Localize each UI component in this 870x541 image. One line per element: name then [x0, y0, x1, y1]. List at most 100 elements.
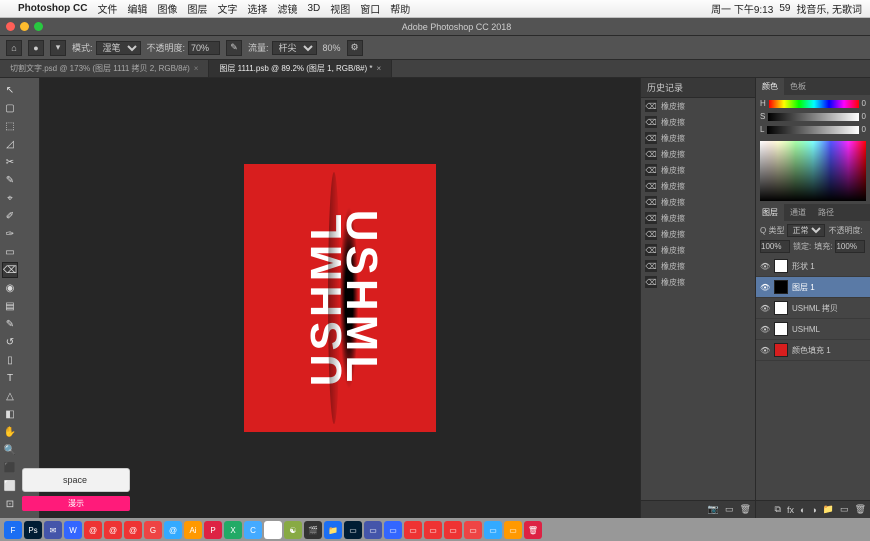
history-tab[interactable]: 历史记录	[641, 78, 755, 98]
dock-app-26[interactable]: 🗑	[524, 521, 542, 539]
tool-12[interactable]: ▤	[2, 298, 18, 314]
layer-item[interactable]: 👁USHML 拷贝	[756, 298, 870, 319]
dock-app-17[interactable]: ▭	[344, 521, 362, 539]
fx-icon[interactable]: fx	[787, 505, 794, 515]
tool-14[interactable]: ↺	[2, 334, 18, 350]
sat-slider[interactable]	[768, 113, 858, 121]
dock-app-0[interactable]: F	[4, 521, 22, 539]
group-icon[interactable]: 📁	[823, 504, 834, 515]
tool-6[interactable]: ⌖	[2, 190, 18, 206]
menu-edit[interactable]: 编辑	[127, 1, 147, 16]
tool-4[interactable]: ✂	[2, 154, 18, 170]
dock-app-21[interactable]: ▭	[424, 521, 442, 539]
dock-app-16[interactable]: 📁	[324, 521, 342, 539]
menu-view[interactable]: 视图	[330, 1, 350, 16]
dock-app-22[interactable]: ▭	[444, 521, 462, 539]
tool-13[interactable]: ✎	[2, 316, 18, 332]
adjustment-icon[interactable]: ◑	[811, 505, 816, 515]
dock-app-4[interactable]: @	[84, 521, 102, 539]
tool-19[interactable]: ✋	[2, 424, 18, 440]
history-item[interactable]: ⌫橡皮擦	[641, 162, 755, 178]
dock-app-3[interactable]: W	[64, 521, 82, 539]
dock-app-9[interactable]: Ai	[184, 521, 202, 539]
tool-10[interactable]: ⌫	[2, 262, 18, 278]
tool-2[interactable]: ⬚	[2, 118, 18, 134]
tool-11[interactable]: ◉	[2, 280, 18, 296]
tool-1[interactable]: ▢	[2, 100, 18, 116]
menu-text[interactable]: 文字	[217, 1, 237, 16]
blend-mode-select[interactable]: 正常	[787, 224, 825, 237]
history-item[interactable]: ⌫橡皮擦	[641, 274, 755, 290]
history-item[interactable]: ⌫橡皮擦	[641, 210, 755, 226]
history-item[interactable]: ⌫橡皮擦	[641, 98, 755, 114]
layer-opacity-input[interactable]	[760, 240, 790, 253]
tool-22[interactable]: ⬜	[2, 478, 18, 494]
dock-app-14[interactable]: ☯	[284, 521, 302, 539]
dock-app-6[interactable]: @	[124, 521, 142, 539]
channels-tab[interactable]: 通道	[784, 204, 812, 221]
tool-3[interactable]: ◿	[2, 136, 18, 152]
tool-0[interactable]: ↖	[2, 82, 18, 98]
opacity-input[interactable]	[188, 41, 220, 55]
close-icon[interactable]	[6, 22, 15, 31]
zoom-icon[interactable]	[34, 22, 43, 31]
brush-preview-icon[interactable]: ●	[28, 40, 44, 56]
tool-5[interactable]: ✎	[2, 172, 18, 188]
status-clock[interactable]: 周一 下午9:13	[711, 1, 773, 16]
settings-icon[interactable]: ⚙	[347, 40, 363, 56]
tool-15[interactable]: ▯	[2, 352, 18, 368]
visibility-icon[interactable]: 👁	[760, 304, 770, 313]
tool-18[interactable]: ◧	[2, 406, 18, 422]
layers-tab[interactable]: 图层	[756, 204, 784, 221]
other-value[interactable]: 80%	[323, 43, 341, 53]
dock-app-24[interactable]: ▭	[484, 521, 502, 539]
close-icon[interactable]: ×	[194, 64, 199, 73]
layer-item[interactable]: 👁图层 1	[756, 277, 870, 298]
dock-app-12[interactable]: C	[244, 521, 262, 539]
menu-layer[interactable]: 图层	[187, 1, 207, 16]
menu-window[interactable]: 窗口	[360, 1, 380, 16]
history-item[interactable]: ⌫橡皮擦	[641, 130, 755, 146]
brush-presets-icon[interactable]: ▾	[50, 40, 66, 56]
paths-tab[interactable]: 路径	[812, 204, 840, 221]
doc-tab-0[interactable]: 切割文字.psd @ 173% (图层 1111 拷贝 2, RGB/8#)×	[0, 60, 209, 77]
color-picker[interactable]	[760, 141, 866, 201]
link-icon[interactable]: ⧉	[775, 504, 781, 515]
layer-thumbnail[interactable]	[774, 343, 788, 357]
dock-app-19[interactable]: ▭	[384, 521, 402, 539]
tool-7[interactable]: ✐	[2, 208, 18, 224]
dock-app-10[interactable]: P	[204, 521, 222, 539]
new-snapshot-icon[interactable]: ▭	[725, 504, 734, 515]
camera-icon[interactable]: 📷	[708, 504, 719, 515]
new-layer-icon[interactable]: ▭	[840, 504, 849, 515]
history-item[interactable]: ⌫橡皮擦	[641, 226, 755, 242]
home-icon[interactable]: ⌂	[6, 40, 22, 56]
dock-app-8[interactable]: @	[164, 521, 182, 539]
tool-21[interactable]: ⬛	[2, 460, 18, 476]
app-name[interactable]: Photoshop CC	[18, 3, 87, 14]
dock-app-2[interactable]: ✉	[44, 521, 62, 539]
layer-thumbnail[interactable]	[774, 280, 788, 294]
history-item[interactable]: ⌫橡皮擦	[641, 258, 755, 274]
dock-app-5[interactable]: @	[104, 521, 122, 539]
layer-item[interactable]: 👁形状 1	[756, 256, 870, 277]
layer-item[interactable]: 👁颜色填充 1	[756, 340, 870, 361]
dock-app-13[interactable]: ◯	[264, 521, 282, 539]
history-item[interactable]: ⌫橡皮擦	[641, 242, 755, 258]
visibility-icon[interactable]: 👁	[760, 325, 770, 334]
dock-app-25[interactable]: ▭	[504, 521, 522, 539]
close-icon[interactable]: ×	[376, 64, 381, 73]
menu-help[interactable]: 帮助	[390, 1, 410, 16]
dock-app-15[interactable]: 🎬	[304, 521, 322, 539]
dock-app-7[interactable]: G	[144, 521, 162, 539]
fill-input[interactable]	[835, 240, 865, 253]
minimize-icon[interactable]	[20, 22, 29, 31]
tool-20[interactable]: 🔍	[2, 442, 18, 458]
tool-23[interactable]: ⊡	[2, 496, 18, 512]
menu-file[interactable]: 文件	[97, 1, 117, 16]
trash-icon[interactable]: 🗑	[740, 504, 751, 515]
history-item[interactable]: ⌫橡皮擦	[641, 194, 755, 210]
menu-filter[interactable]: 滤镜	[277, 1, 297, 16]
layer-thumbnail[interactable]	[774, 322, 788, 336]
dock-app-1[interactable]: Ps	[24, 521, 42, 539]
